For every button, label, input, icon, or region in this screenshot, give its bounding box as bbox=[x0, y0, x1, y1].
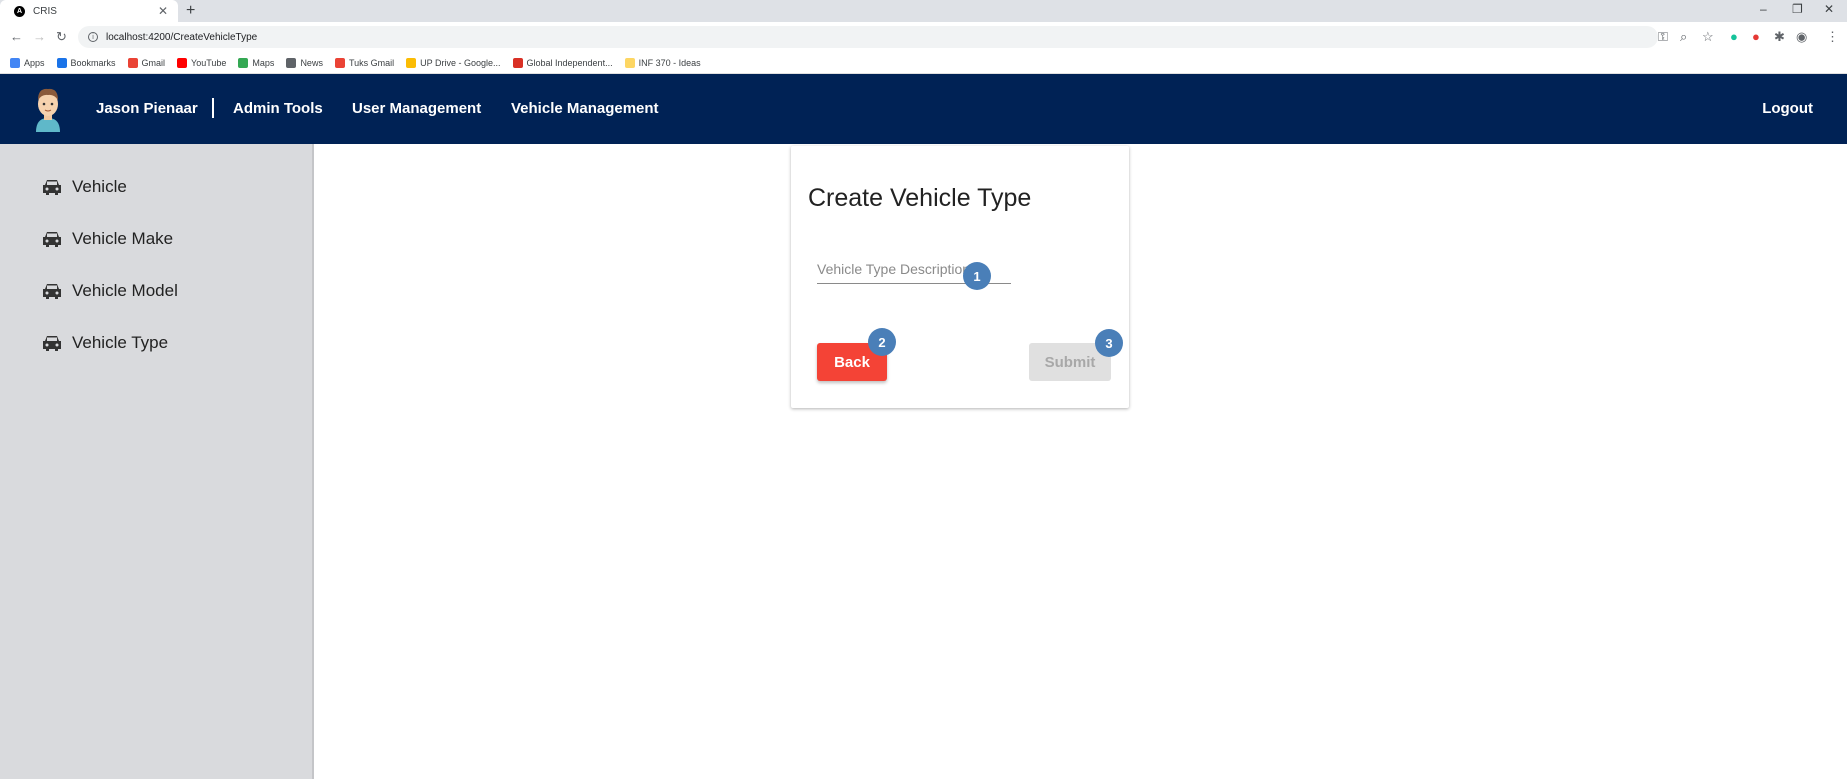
drive-icon bbox=[406, 57, 417, 68]
bookmark-inf370[interactable]: INF 370 - Ideas bbox=[624, 57, 701, 68]
gmail-icon bbox=[334, 57, 345, 68]
car-icon bbox=[43, 284, 61, 299]
restore-icon[interactable]: ❐ bbox=[1792, 2, 1803, 16]
bookmark-apps[interactable]: Apps bbox=[10, 57, 45, 68]
sidebar-item-vehicle-make[interactable]: Vehicle Make bbox=[42, 229, 173, 249]
annotation-marker-3: 3 bbox=[1095, 329, 1123, 357]
car-icon bbox=[43, 232, 61, 247]
app-header: Jason Pienaar Admin Tools User Managemen… bbox=[0, 74, 1847, 144]
extensions-puzzle-icon[interactable]: ✱ bbox=[1774, 29, 1785, 45]
car-icon bbox=[43, 336, 61, 351]
browser-tab[interactable]: A CRIS ✕ bbox=[0, 0, 178, 22]
url-text: localhost:4200/CreateVehicleType bbox=[106, 31, 258, 43]
sidebar: Vehicle Vehicle Make Vehicle Model Vehic… bbox=[0, 144, 314, 779]
youtube-icon bbox=[177, 57, 188, 68]
sidebar-item-label: Vehicle bbox=[72, 177, 127, 196]
bookmark-label: INF 370 - Ideas bbox=[638, 57, 701, 68]
back-nav-icon[interactable]: ← bbox=[10, 29, 23, 44]
bookmark-label: Bookmarks bbox=[70, 57, 116, 68]
bookmark-global-independent[interactable]: Global Independent... bbox=[512, 57, 613, 68]
gmail-icon bbox=[127, 57, 138, 68]
bookmarks-bar: Apps Bookmarks Gmail YouTube Maps News T… bbox=[0, 52, 1847, 74]
bookmark-label: News bbox=[300, 57, 323, 68]
maps-pin-icon bbox=[238, 57, 249, 68]
page-title: Create Vehicle Type bbox=[808, 184, 1032, 212]
logout-link[interactable]: Logout bbox=[1762, 100, 1813, 117]
bookmark-tuks-gmail[interactable]: Tuks Gmail bbox=[334, 57, 395, 68]
car-icon bbox=[43, 180, 61, 195]
bookmark-label: Apps bbox=[24, 57, 45, 68]
reload-icon[interactable]: ↻ bbox=[56, 29, 67, 45]
angular-favicon-icon: A bbox=[14, 5, 25, 17]
star-bookmark-icon bbox=[56, 57, 67, 68]
bookmark-news[interactable]: News bbox=[286, 57, 323, 68]
new-tab-icon[interactable]: + bbox=[186, 2, 195, 20]
url-field[interactable]: i localhost:4200/CreateVehicleType bbox=[78, 26, 1658, 48]
chrome-menu-icon[interactable]: ⋮ bbox=[1826, 29, 1839, 45]
bookmark-label: Maps bbox=[252, 57, 275, 68]
header-divider bbox=[212, 98, 214, 118]
bookmark-up-drive[interactable]: UP Drive - Google... bbox=[406, 57, 501, 68]
sidebar-item-vehicle-type[interactable]: Vehicle Type bbox=[42, 333, 168, 353]
bookmark-maps[interactable]: Maps bbox=[238, 57, 275, 68]
bookmark-label: YouTube bbox=[191, 57, 227, 68]
sidebar-item-vehicle[interactable]: Vehicle bbox=[42, 177, 127, 197]
bookmark-gmail[interactable]: Gmail bbox=[127, 57, 166, 68]
info-icon[interactable]: i bbox=[88, 32, 98, 42]
bookmark-youtube[interactable]: YouTube bbox=[177, 57, 227, 68]
zoom-icon[interactable]: ⌕ bbox=[1680, 29, 1687, 45]
tab-title: CRIS bbox=[33, 5, 57, 17]
forward-nav-icon[interactable]: → bbox=[33, 29, 46, 44]
folder-icon bbox=[624, 57, 635, 68]
profile-avatar-icon[interactable]: ◉ bbox=[1796, 29, 1807, 45]
bookmark-label: Global Independent... bbox=[526, 57, 613, 68]
bookmark-label: UP Drive - Google... bbox=[420, 57, 501, 68]
apps-grid-icon bbox=[10, 57, 20, 68]
user-avatar[interactable] bbox=[30, 84, 66, 132]
annotation-marker-1: 1 bbox=[963, 262, 991, 290]
user-name: Jason Pienaar bbox=[96, 100, 198, 117]
site-icon bbox=[512, 57, 523, 68]
minimize-icon[interactable]: – bbox=[1760, 2, 1767, 16]
sidebar-item-vehicle-model[interactable]: Vehicle Model bbox=[42, 281, 178, 301]
star-icon[interactable]: ☆ bbox=[1702, 29, 1714, 45]
address-bar-row: ← → ↻ i localhost:4200/CreateVehicleType… bbox=[0, 22, 1847, 52]
globe-icon bbox=[286, 57, 297, 68]
bookmark-label: Tuks Gmail bbox=[348, 57, 395, 68]
create-vehicle-type-card: Create Vehicle Type Back Submit bbox=[791, 146, 1129, 408]
bookmark-label: Gmail bbox=[141, 57, 166, 68]
tab-close-icon[interactable]: ✕ bbox=[158, 4, 168, 18]
key-icon[interactable]: ⚿ bbox=[1658, 29, 1668, 45]
sidebar-item-label: Vehicle Model bbox=[72, 281, 178, 300]
nav-admin-tools[interactable]: Admin Tools bbox=[233, 100, 323, 117]
close-window-icon[interactable]: ✕ bbox=[1824, 2, 1834, 16]
grammarly-icon[interactable]: ● bbox=[1730, 29, 1738, 44]
nav-vehicle-management[interactable]: Vehicle Management bbox=[511, 100, 659, 117]
nav-user-management[interactable]: User Management bbox=[352, 100, 481, 117]
bookmark-bookmarks[interactable]: Bookmarks bbox=[56, 57, 116, 68]
sidebar-item-label: Vehicle Make bbox=[72, 229, 174, 248]
extension-tp-icon[interactable]: ● bbox=[1752, 29, 1760, 44]
sidebar-item-label: Vehicle Type bbox=[72, 333, 169, 352]
browser-tab-strip: A CRIS ✕ + – ❐ ✕ bbox=[0, 0, 1847, 22]
annotation-marker-2: 2 bbox=[868, 328, 896, 356]
